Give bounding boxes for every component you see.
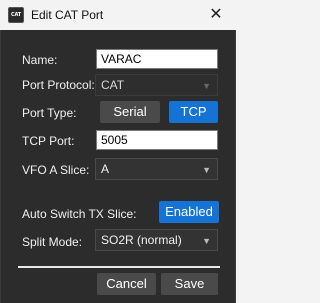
chevron-down-icon: ▼ (202, 236, 211, 246)
split-mode-select[interactable]: SO2R (normal) ▼ (95, 229, 218, 251)
close-icon[interactable]: ✕ (204, 4, 228, 26)
tcp-port-label: TCP Port: (22, 134, 75, 148)
port-protocol-value: CAT (101, 78, 125, 92)
vfo-a-slice-select[interactable]: A ▼ (95, 158, 218, 180)
port-protocol-label: Port Protocol: (22, 78, 95, 92)
auto-switch-tx-slice-label: Auto Switch TX Slice: (22, 207, 137, 221)
chevron-down-icon: ▼ (202, 81, 211, 91)
separator (18, 266, 220, 268)
cat-app-icon: CAT (8, 7, 24, 23)
split-mode-value: SO2R (normal) (101, 233, 182, 247)
window-title: Edit CAT Port (31, 8, 104, 22)
split-mode-label: Split Mode: (22, 235, 83, 249)
name-label: Name: (22, 53, 58, 67)
port-type-serial-button[interactable]: Serial (100, 101, 160, 123)
cancel-button[interactable]: Cancel (97, 273, 156, 295)
name-field[interactable] (96, 49, 218, 69)
port-protocol-select[interactable]: CAT ▼ (95, 74, 218, 96)
port-type-tcp-button[interactable]: TCP (169, 101, 218, 123)
chevron-down-icon: ▼ (202, 165, 211, 175)
tcp-port-field[interactable] (96, 130, 218, 150)
title-bar: CAT Edit CAT Port ✕ (0, 0, 236, 30)
vfo-a-slice-value: A (101, 162, 110, 176)
vfo-a-slice-label: VFO A Slice: (22, 163, 90, 177)
save-button[interactable]: Save (161, 273, 218, 295)
auto-switch-tx-slice-toggle[interactable]: Enabled (159, 201, 219, 223)
dialog-panel: Name: Port Protocol: CAT ▼ Port Type: Se… (0, 30, 236, 303)
port-type-label: Port Type: (22, 106, 77, 120)
